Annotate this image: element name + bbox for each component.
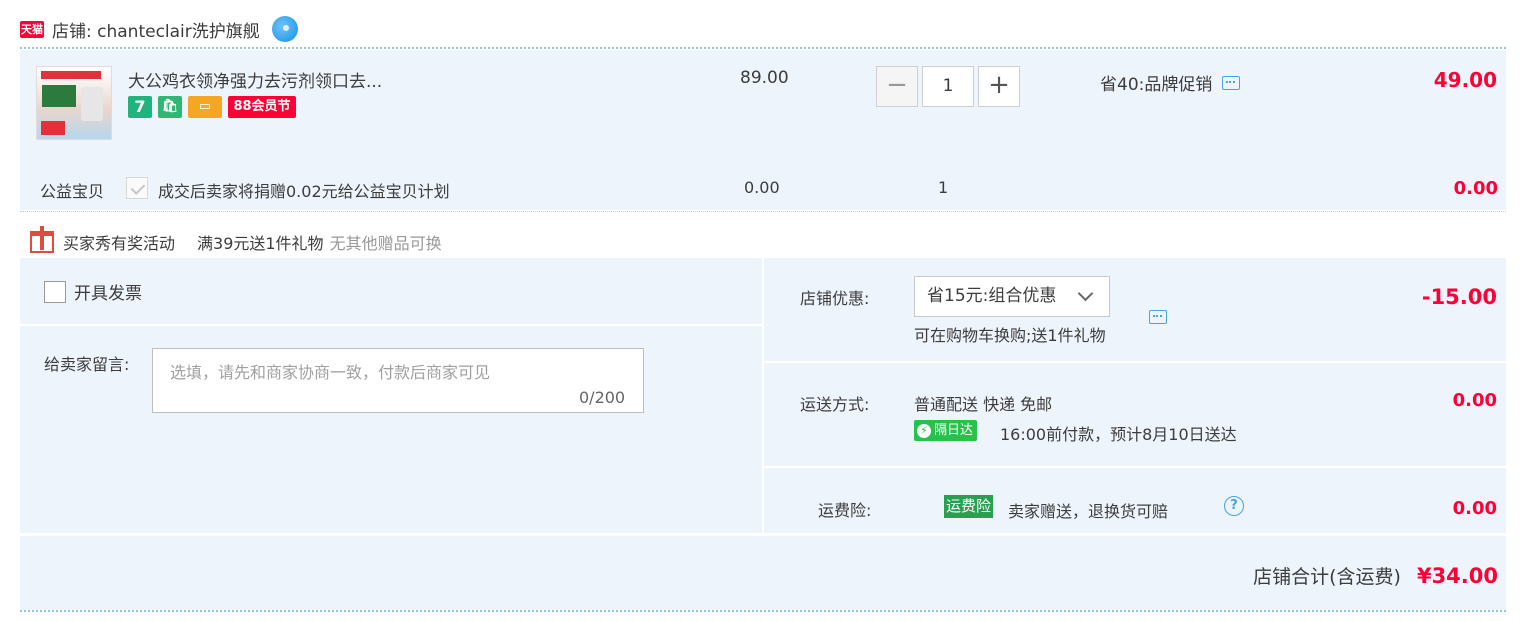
charity-text: 成交后卖家将捐赠0.02元给公益宝贝计划 (158, 182, 450, 201)
store-total-label: 店铺合计(含运费) (1253, 566, 1401, 588)
promo-chat-icon[interactable] (1222, 75, 1241, 90)
lightning-icon: ⚡ (917, 423, 931, 438)
discount-selected-value: 省15元:组合优惠 (927, 286, 1057, 306)
quantity-increment-button[interactable]: + (978, 66, 1020, 107)
shipping-eta: 16:00前付款，预计8月10日送达 (1000, 425, 1237, 444)
wangwang-chat-icon[interactable] (271, 16, 298, 42)
charity-price: 0.00 (744, 178, 780, 197)
insurance-label: 运费险: (818, 501, 872, 520)
discount-chat-icon[interactable] (1149, 310, 1167, 324)
promo-text: 省40:品牌促销 (1100, 75, 1213, 95)
card-badge-icon: ▭ (188, 96, 222, 118)
seller-message-placeholder: 选填，请先和商家协商一致，付款后商家可见 (170, 363, 491, 382)
charity-label: 公益宝贝 (40, 182, 105, 201)
unit-price: 89.00 (740, 68, 789, 88)
insurance-tag: 运费险 (944, 495, 994, 518)
message-char-count: 0/200 (579, 388, 626, 407)
store-header: 天猫 店铺: chanteclair洗护旗舰 (20, 14, 298, 44)
seller-message-label: 给卖家留言: (44, 355, 130, 374)
quantity-decrement-button[interactable]: − (876, 66, 918, 107)
tmall-logo-icon: 天猫 (20, 20, 44, 38)
store-total-value: ¥34.00 (1416, 564, 1498, 588)
charity-qty: 1 (938, 178, 949, 197)
discount-note: 可在购物车换购;送1件礼物 (914, 326, 1106, 345)
gift-icon (30, 226, 54, 253)
bottom-divider (20, 610, 1506, 612)
next-day-badge-text: 隔日达 (934, 423, 974, 438)
invoice-option[interactable]: 开具发票 (44, 279, 142, 304)
gift-desc: 满39元送1件礼物 (197, 234, 324, 253)
store-divider (20, 47, 1506, 49)
help-question-icon[interactable]: ? (1224, 496, 1244, 516)
product-badges: 7 🛍 ▭ 88会员节 (128, 96, 296, 118)
shipping-method: 普通配送 快递 免邮 (914, 395, 1053, 414)
shipping-panel (764, 363, 1506, 466)
discount-panel (764, 258, 1506, 361)
shopping-bag-badge-icon: 🛍 (158, 96, 182, 118)
item-promo: 省40:品牌促销 (1100, 70, 1241, 95)
quantity-input[interactable]: 1 (922, 66, 974, 107)
gift-activity-name: 买家秀有奖活动 (63, 234, 176, 253)
shipping-amount: 0.00 (1452, 390, 1497, 411)
invoice-checkbox[interactable] (44, 280, 66, 303)
charity-total: 0.00 (1453, 178, 1498, 199)
store-name[interactable]: 店铺: chanteclair洗护旗舰 (52, 17, 260, 42)
gift-note: 无其他赠品可换 (329, 234, 442, 253)
item-divider (20, 211, 1506, 212)
insurance-text: 卖家赠送，退换货可赔 (1008, 502, 1169, 521)
invoice-label: 开具发票 (74, 284, 142, 304)
insurance-amount: 0.00 (1452, 498, 1497, 519)
next-day-badge: ⚡ 隔日达 (914, 420, 978, 441)
item-subtotal: 49.00 (1433, 68, 1497, 92)
store-total: 店铺合计(含运费) ¥34.00 (1180, 562, 1498, 589)
charity-checkbox (126, 177, 148, 199)
product-title[interactable]: 大公鸡衣领净强力去污剂领口去... (128, 67, 382, 92)
shipping-label: 运送方式: (800, 395, 870, 414)
discount-select[interactable]: 省15元:组合优惠 (914, 276, 1110, 317)
seven-day-return-badge: 7 (128, 96, 152, 118)
quantity-stepper: − 1 + (876, 66, 1020, 107)
discount-label: 店铺优惠: (800, 289, 870, 308)
discount-amount: -15.00 (1421, 285, 1497, 309)
vip-88-badge: 88会员节 (228, 96, 296, 118)
product-thumbnail[interactable] (36, 66, 112, 140)
gift-row: 买家秀有奖活动 满39元送1件礼物 无其他赠品可换 (30, 226, 442, 254)
chevron-down-icon (1077, 285, 1094, 302)
